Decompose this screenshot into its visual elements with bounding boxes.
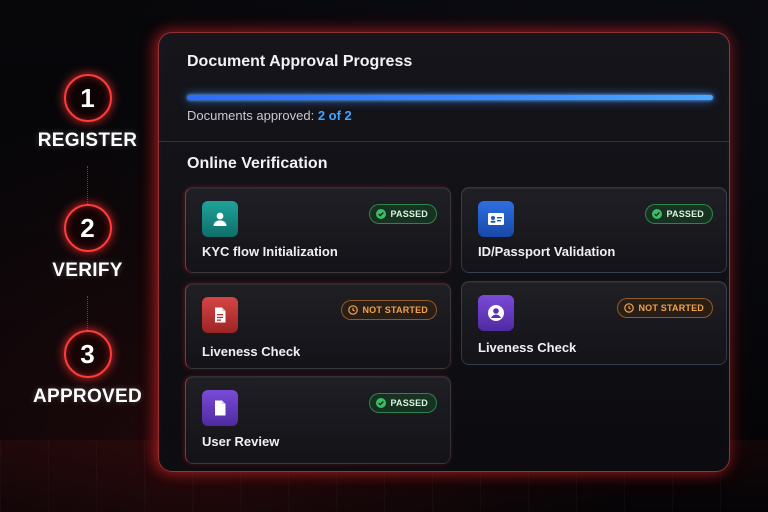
card-id-passport-validation[interactable]: PASSED ID/Passport Validation — [461, 187, 727, 273]
step-number: 2 — [63, 204, 112, 252]
step-label: VERIFY — [52, 260, 123, 281]
progress-status-label: Documents approved: — [187, 108, 315, 123]
step-connector — [87, 166, 88, 206]
stepper: 1 REGISTER 2 VERIFY 3 APPROVED — [20, 60, 155, 420]
card-user-review[interactable]: PASSED User Review — [185, 376, 451, 464]
step-connector — [87, 296, 88, 330]
status-text: NOT STARTED — [362, 305, 428, 315]
user-circle-icon — [478, 295, 514, 331]
status-text: NOT STARTED — [638, 303, 704, 313]
status-text: PASSED — [390, 398, 428, 408]
progress-bar — [187, 95, 713, 100]
section-title: Online Verification — [187, 155, 328, 172]
check-circle-icon — [376, 398, 387, 408]
status-text: PASSED — [390, 209, 428, 219]
scene: 1 REGISTER 2 VERIFY 3 APPROVED Document … — [0, 0, 768, 512]
step-approved[interactable]: 3 APPROVED — [20, 330, 155, 408]
status-badge: PASSED — [369, 204, 437, 224]
card-title: ID/Passport Validation — [478, 244, 616, 259]
status-badge: PASSED — [369, 393, 437, 413]
document-icon — [202, 297, 238, 333]
verification-panel: Document Approval Progress Documents app… — [158, 32, 730, 472]
step-verify[interactable]: 2 VERIFY — [20, 204, 155, 282]
step-label: REGISTER — [37, 130, 138, 151]
clock-icon — [624, 303, 635, 313]
check-circle-icon — [652, 209, 663, 219]
clock-icon — [348, 305, 359, 315]
step-label: APPROVED — [32, 386, 143, 407]
step-register[interactable]: 1 REGISTER — [20, 74, 155, 152]
progress-title: Document Approval Progress — [187, 53, 413, 70]
file-icon — [202, 390, 238, 426]
progress-status: Documents approved: 2 of 2 — [187, 108, 352, 123]
id-card-icon — [478, 201, 514, 237]
status-badge: PASSED — [645, 204, 713, 224]
status-badge: NOT STARTED — [341, 300, 437, 320]
card-title: Liveness Check — [202, 344, 301, 359]
check-circle-icon — [376, 209, 387, 219]
card-kyc-flow[interactable]: PASSED KYC flow Initialization — [185, 187, 451, 273]
card-liveness-check[interactable]: NOT STARTED Liveness Check — [185, 283, 451, 369]
step-number: 3 — [63, 330, 112, 378]
progress-bar-fill — [187, 95, 713, 100]
approval-progress-section: Document Approval Progress Documents app… — [159, 33, 729, 142]
status-text: PASSED — [666, 209, 704, 219]
card-title: Liveness Check — [478, 340, 577, 355]
user-icon — [202, 201, 238, 237]
progress-count: 2 of 2 — [317, 108, 352, 123]
card-title: KYC flow Initialization — [202, 244, 338, 259]
step-number: 1 — [63, 74, 112, 122]
status-badge: NOT STARTED — [617, 298, 713, 318]
card-title: User Review — [202, 434, 280, 449]
card-liveness-check-2[interactable]: NOT STARTED Liveness Check — [461, 281, 727, 365]
